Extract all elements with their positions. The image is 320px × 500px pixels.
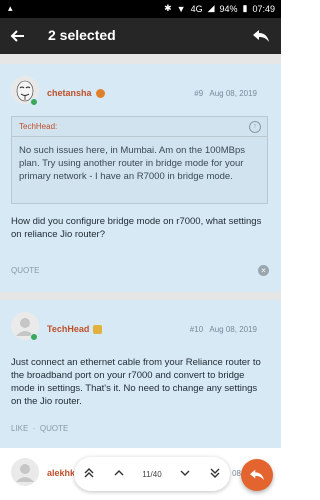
- reply-icon: [250, 469, 264, 481]
- quote-button[interactable]: QUOTE: [40, 424, 68, 433]
- battery-label: 94%: [219, 3, 238, 14]
- last-page-icon[interactable]: [209, 467, 221, 481]
- pager-bar: 11/40: [74, 457, 230, 491]
- close-icon[interactable]: ×: [258, 265, 269, 276]
- online-status-icon: [30, 333, 38, 341]
- post-username[interactable]: chetansha: [47, 88, 105, 99]
- status-bar: ✱ ▼ 4G ◢ 94% ▮ 07:49 ▴: [0, 0, 281, 18]
- first-page-icon[interactable]: [83, 467, 95, 481]
- post-date: Aug 08, 2019: [209, 89, 257, 98]
- battery-icon: ▮: [242, 3, 248, 13]
- quote-button[interactable]: QUOTE: [11, 266, 39, 275]
- signal-icon: ◢: [207, 3, 215, 13]
- rank-badge-icon: [93, 325, 103, 335]
- post-body: Just connect an ethernet cable from your…: [11, 357, 261, 407]
- page-indicator[interactable]: 11/40: [142, 470, 161, 479]
- rank-badge-icon: [95, 89, 105, 99]
- bluetooth-icon: ✱: [164, 3, 172, 13]
- reply-icon[interactable]: [249, 24, 273, 48]
- back-arrow-icon[interactable]: [8, 26, 28, 46]
- status-indicators: ✱ ▼ 4G ◢ 94% ▮ 07:49: [164, 3, 275, 14]
- post-card[interactable]: chetansha #9 Aug 08, 2019 TechHead: ↑ No…: [0, 64, 281, 292]
- post-number: #9: [194, 89, 204, 98]
- username-text: chetansha: [47, 88, 92, 98]
- post-username[interactable]: TechHead: [47, 324, 103, 335]
- avatar: [11, 458, 39, 486]
- jump-to-quote-icon[interactable]: ↑: [249, 121, 261, 133]
- thread-content: chetansha #9 Aug 08, 2019 TechHead: ↑ No…: [0, 54, 281, 500]
- signal-label: 4G: [190, 3, 203, 14]
- selection-title: 2 selected: [48, 27, 116, 43]
- reply-fab[interactable]: [241, 459, 273, 491]
- post-actions: LIKE · QUOTE: [11, 424, 69, 433]
- online-status-icon: [30, 98, 38, 106]
- username-text: TechHead: [47, 324, 90, 334]
- next-page-icon[interactable]: [179, 467, 191, 481]
- clock: 07:49: [252, 3, 275, 14]
- quote-text: No such issues here, in Mumbai. Am on th…: [19, 145, 246, 182]
- post-meta: #9 Aug 08, 2019: [194, 89, 257, 98]
- notification-icons: ▴: [8, 3, 13, 14]
- quote-block: TechHead: ↑ No such issues here, in Mumb…: [11, 116, 268, 204]
- quote-header: TechHead: ↑: [12, 117, 267, 137]
- like-button[interactable]: LIKE: [11, 424, 28, 433]
- post-date: Aug 08, 2019: [209, 325, 257, 334]
- wifi-icon: ▼: [176, 3, 186, 14]
- android-icon: ▴: [8, 3, 13, 13]
- prev-page-icon[interactable]: [113, 467, 125, 481]
- post-meta: #10 Aug 08, 2019: [190, 325, 257, 334]
- post-number: #10: [189, 325, 204, 334]
- app-bar: 2 selected: [0, 18, 281, 54]
- post-body: How did you configure bridge mode on r70…: [11, 216, 262, 240]
- quote-author[interactable]: TechHead:: [19, 122, 57, 131]
